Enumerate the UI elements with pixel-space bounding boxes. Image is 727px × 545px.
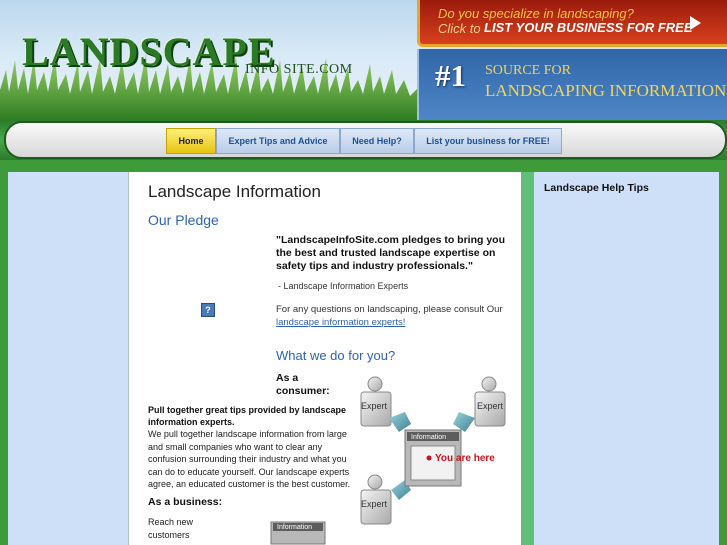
you-are-here-marker: You are here: [426, 453, 495, 464]
business-body: Reach new customers: [148, 517, 194, 540]
nav-home[interactable]: Home: [166, 128, 216, 154]
consumer-heading: As a consumer:: [276, 372, 330, 397]
left-sidebar: [8, 172, 128, 545]
promo-cta: LIST YOUR BUSINESS FOR FREE: [484, 20, 693, 35]
expert-node-bottom-left: Expert: [360, 474, 392, 525]
pledge-heading: Our Pledge: [148, 212, 219, 228]
svg-text:You are here: You are here: [435, 453, 495, 464]
page-title: Landscape Information: [148, 182, 321, 201]
expert-label: Expert: [477, 401, 504, 411]
site-header: LANDSCAPE INFO SITE.COM Do you specializ…: [0, 0, 727, 120]
expert-label: Expert: [361, 401, 388, 411]
sidebar-title: Landscape Help Tips: [544, 182, 649, 194]
experts-link[interactable]: landscape information experts!: [276, 317, 405, 328]
consumer-summary: Pull together great tips provided by lan…: [148, 405, 347, 427]
site-logo-subtitle: INFO SITE.COM: [245, 62, 353, 77]
business-diagram: Information: [270, 521, 326, 545]
pledge-quote: "LandscapeInfoSite.com pledges to bring …: [276, 234, 506, 272]
expert-node-top-left: Expert: [360, 376, 392, 427]
right-sidebar: [534, 172, 719, 545]
site-logo[interactable]: LANDSCAPE: [22, 28, 275, 75]
promo-question: Do you specialize in landscaping?: [438, 6, 634, 21]
what-we-do-heading: What we do for you?: [276, 348, 396, 363]
business-heading: As a business:: [148, 496, 223, 508]
information-label: Information: [411, 434, 446, 441]
consult-text: For any questions on landscaping, please…: [276, 304, 503, 315]
information-label: Information: [277, 524, 312, 531]
expert-label: Expert: [361, 499, 388, 509]
nav-expert-tips[interactable]: Expert Tips and Advice: [216, 128, 340, 154]
divider-band: [0, 160, 727, 172]
you-are-here-label: You are here: [435, 453, 495, 464]
content-border: [521, 172, 534, 545]
consumer-body: We pull together landscape information f…: [148, 429, 351, 489]
nav-need-help[interactable]: Need Help?: [340, 128, 414, 154]
number-one-badge: #1 SOURCE FOR LANDSCAPING INFORMATION: [417, 49, 727, 120]
play-arrow-icon: [690, 16, 701, 30]
question-icon[interactable]: ?: [201, 303, 215, 317]
arrow-icon: [389, 412, 411, 432]
list-business-banner[interactable]: Do you specialize in landscaping? Click …: [417, 0, 727, 47]
expert-node-top-right: Expert: [474, 376, 506, 427]
expert-network-diagram: Expert Expert Expert Information You are…: [360, 376, 506, 525]
nav-list-business[interactable]: List your business for FREE!: [414, 128, 562, 154]
badge-number: #1: [435, 58, 466, 93]
badge-line2: LANDSCAPING INFORMATION: [485, 81, 727, 100]
badge-line1: SOURCE FOR: [485, 63, 571, 78]
promo-click-label: Click to: [438, 21, 481, 36]
pledge-attribution: - Landscape Information Experts: [278, 281, 409, 291]
arrow-icon: [453, 412, 475, 432]
